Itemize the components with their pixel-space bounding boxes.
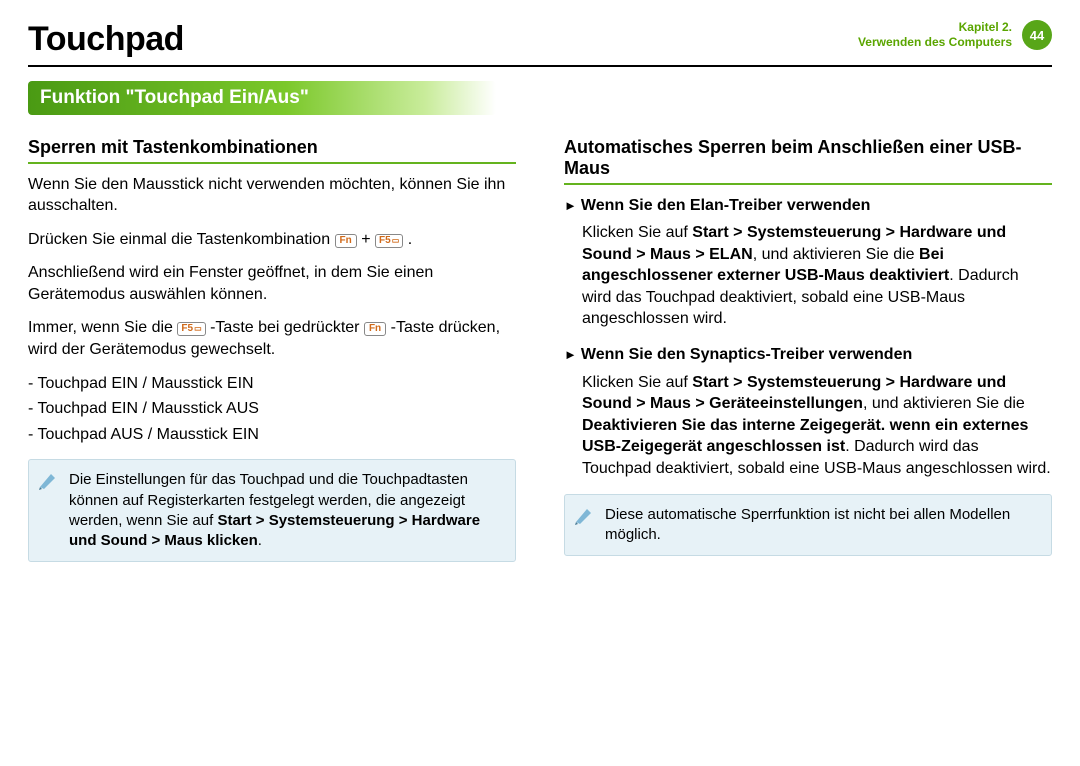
text: Drücken Sie einmal die Tastenkombination xyxy=(28,231,335,248)
text: . xyxy=(408,231,412,248)
note-text: Diese automatische Sperrfunktion ist nic… xyxy=(605,506,1010,543)
page-title: Touchpad xyxy=(28,20,184,59)
text: + xyxy=(361,231,375,248)
text: , und aktivieren Sie die xyxy=(753,246,919,263)
text: Klicken Sie auf xyxy=(582,224,692,241)
triangle-icon: ► xyxy=(564,198,577,213)
para-synaptics: Klicken Sie auf Start > Systemsteuerung … xyxy=(582,372,1052,480)
manual-page: Touchpad Kapitel 2. Verwenden des Comput… xyxy=(0,0,1080,766)
text: , und aktivieren Sie die xyxy=(863,395,1025,412)
keycap-f5: F5▭ xyxy=(375,234,403,248)
chapter-block: Kapitel 2. Verwenden des Computers 44 xyxy=(858,20,1052,50)
note-text-c: . xyxy=(258,532,262,549)
text: -Taste bei gedrückter xyxy=(210,319,364,336)
driver-heading-elan: ► Wenn Sie den Elan-Treiber verwenden xyxy=(564,195,1052,217)
para-elan: Klicken Sie auf Start > Systemsteuerung … xyxy=(582,222,1052,330)
right-subhead: Automatisches Sperren beim Anschließen e… xyxy=(564,137,1052,179)
keycap-label: F5 xyxy=(181,323,193,334)
list-item: - Touchpad EIN / Mausstick AUS xyxy=(28,398,516,420)
chapter-line2: Verwenden des Computers xyxy=(858,35,1012,50)
right-body: ► Wenn Sie den Elan-Treiber verwenden Kli… xyxy=(564,195,1052,557)
triangle-icon: ► xyxy=(564,347,577,362)
note-icon xyxy=(573,505,595,533)
keycap-fn: Fn xyxy=(335,234,357,248)
chapter-line1: Kapitel 2. xyxy=(858,20,1012,35)
para: Anschließend wird ein Fenster geöffnet, … xyxy=(28,262,516,305)
driver-heading-synaptics: ► Wenn Sie den Synaptics-Treiber verwende… xyxy=(564,344,1052,366)
list-item: - Touchpad AUS / Mausstick EIN xyxy=(28,424,516,446)
touchpad-glyph-icon: ▭ xyxy=(194,324,202,333)
section-banner: Funktion "Touchpad Ein/Aus" xyxy=(28,81,496,115)
note-icon xyxy=(37,470,59,498)
heading-text: Wenn Sie den Synaptics-Treiber verwenden xyxy=(581,346,912,363)
para: Wenn Sie den Mausstick nicht verwenden m… xyxy=(28,174,516,217)
right-column: Automatisches Sperren beim Anschließen e… xyxy=(564,137,1052,562)
note-box: Diese automatische Sperrfunktion ist nic… xyxy=(564,494,1052,557)
left-subrule xyxy=(28,162,516,164)
text: Immer, wenn Sie die xyxy=(28,319,177,336)
right-subrule xyxy=(564,183,1052,185)
left-body: Wenn Sie den Mausstick nicht verwenden m… xyxy=(28,174,516,563)
para-mode-switch: Immer, wenn Sie die F5▭ -Taste bei gedrü… xyxy=(28,317,516,360)
header-row: Touchpad Kapitel 2. Verwenden des Comput… xyxy=(28,20,1052,59)
keycap-label: F5 xyxy=(379,235,391,246)
left-subhead: Sperren mit Tastenkombinationen xyxy=(28,137,516,158)
title-rule xyxy=(28,65,1052,67)
chapter-text: Kapitel 2. Verwenden des Computers xyxy=(858,20,1012,50)
columns: Sperren mit Tastenkombinationen Wenn Sie… xyxy=(28,137,1052,562)
left-column: Sperren mit Tastenkombinationen Wenn Sie… xyxy=(28,137,516,562)
keycap-fn: Fn xyxy=(364,322,386,336)
page-number-badge: 44 xyxy=(1022,20,1052,50)
heading-text: Wenn Sie den Elan-Treiber verwenden xyxy=(581,197,871,214)
text: Klicken Sie auf xyxy=(582,374,692,391)
list-item: - Touchpad EIN / Mausstick EIN xyxy=(28,373,516,395)
note-box: Die Einstellungen für das Touchpad und d… xyxy=(28,459,516,562)
keycap-f5: F5▭ xyxy=(177,322,205,336)
para-keycombo: Drücken Sie einmal die Tastenkombination… xyxy=(28,229,516,251)
mode-list: - Touchpad EIN / Mausstick EIN - Touchpa… xyxy=(28,373,516,446)
touchpad-glyph-icon: ▭ xyxy=(392,236,400,245)
